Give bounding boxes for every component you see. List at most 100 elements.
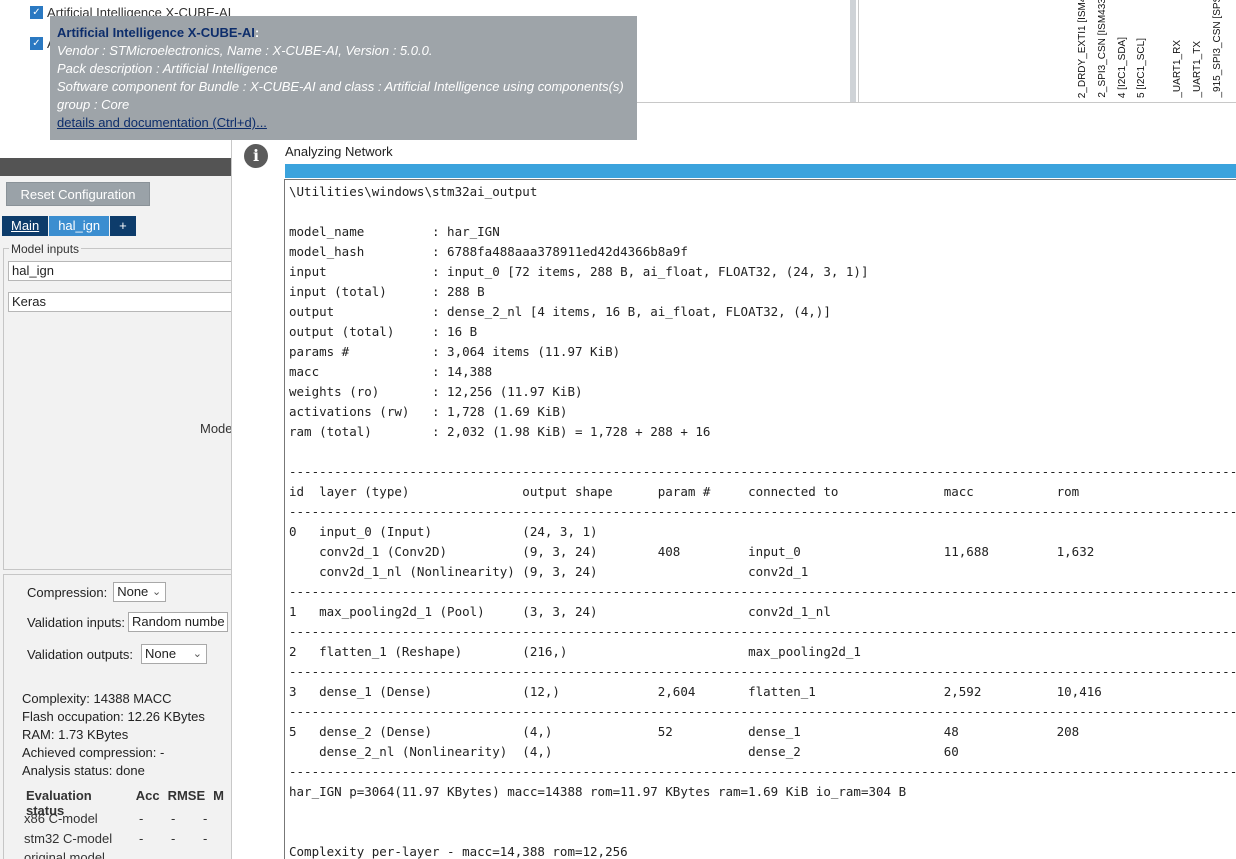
console-line: ----------------------------------------… [289, 464, 1236, 479]
flash-occupation-text: Flash occupation: 12.26 KBytes [22, 709, 205, 724]
validation-outputs-value: None [145, 646, 177, 661]
analysis-progress-bar [285, 164, 1236, 178]
eval-cell: - [203, 811, 208, 826]
eval-cell: - [171, 811, 176, 826]
add-model-tab-button[interactable]: + [110, 216, 136, 236]
panel-splitter[interactable] [850, 0, 856, 102]
tab-main[interactable]: Main [2, 216, 49, 236]
eval-cell: - [139, 811, 144, 826]
framework-select[interactable]: Keras [8, 292, 232, 312]
validation-outputs-row: Validation outputs: None ⌄ [27, 644, 207, 664]
console-line: params # : 3,064 items (11.97 KiB) [289, 344, 621, 359]
console-line: \Utilities\windows\stm32ai_output [289, 184, 538, 199]
tooltip-title-suffix: : [254, 25, 260, 40]
console-line: ----------------------------------------… [289, 704, 1236, 719]
model-name-input[interactable]: hal_ign [8, 261, 232, 281]
tooltip-title: Artificial Intelligence X-CUBE-AI [57, 25, 255, 40]
validation-outputs-select[interactable]: None ⌄ [141, 644, 207, 664]
model-inputs-group: Model inputs hal_ign Keras Mode [3, 242, 232, 570]
eval-row-name: stm32 C-model [24, 831, 113, 846]
complexity-text: Complexity: 14388 MACC [22, 691, 172, 706]
console-line: ----------------------------------------… [289, 624, 1236, 639]
console-line: model_hash : 6788fa488aaa378911ed42d4366… [289, 244, 688, 259]
pinout-view: 2_DRDY_EXTI1 [ISM43 2_SPI3_CSN [ISM43362… [858, 0, 1236, 102]
console-line: ----------------------------------------… [289, 664, 1236, 679]
tooltip-pack-line: Pack description : Artificial Intelligen… [57, 61, 278, 76]
console-line: 2 flatten_1 (Reshape) (216,) max_pooling… [289, 644, 861, 659]
eval-cell: - [139, 831, 144, 846]
table-row: x86 C-model - - - [24, 811, 232, 826]
model-config-panel: Reset Configuration Main hal_ign + Model… [0, 176, 232, 859]
reset-configuration-button[interactable]: Reset Configuration [6, 182, 150, 206]
validation-inputs-select[interactable]: Random numbe [128, 612, 229, 632]
console-line: Complexity per-layer - macc=14,388 rom=1… [289, 844, 628, 859]
console-line: model_name : har_IGN [289, 224, 500, 239]
tooltip-group-line: group : Core [57, 97, 130, 112]
model-field-label: Mode [200, 421, 232, 436]
console-line: ----------------------------------------… [289, 504, 1236, 519]
table-row: original model [24, 850, 139, 859]
eval-cell: - [203, 831, 208, 846]
console-line: conv2d_1_nl (Nonlinearity) (9, 3, 24) co… [289, 564, 809, 579]
console-line: input : input_0 [72 items, 288 B, ai_flo… [289, 264, 869, 279]
pin-label: _915_SPI3_CSN [SPSG [1212, 0, 1223, 98]
checkbox-checked-icon[interactable]: ✓ [30, 37, 43, 50]
console-line: weights (ro) : 12,256 (11.97 KiB) [289, 384, 583, 399]
console-line: ----------------------------------------… [289, 584, 1236, 599]
console-line: macc : 14,388 [289, 364, 493, 379]
tooltip-component-line: Software component for Bundle : X-CUBE-A… [57, 79, 624, 94]
pin-label: _UART1_TX [1192, 41, 1203, 98]
console-line: 5 dense_2 (Dense) (4,) 52 dense_1 48 208 [289, 724, 1080, 739]
pin-label: 2_SPI3_CSN [ISM43362 [1097, 0, 1108, 98]
console-line: dense_2_nl (Nonlinearity) (4,) dense_2 6… [289, 744, 959, 759]
eval-row-name: x86 C-model [24, 811, 98, 826]
analysis-status-text: Analysis status: done [22, 763, 145, 778]
console-line: ----------------------------------------… [289, 764, 1236, 779]
eval-cell: - [171, 831, 176, 846]
console-line: har_IGN p=3064(11.97 KBytes) macc=14388 … [289, 784, 907, 799]
validation-outputs-label: Validation outputs: [27, 646, 133, 662]
compression-label: Compression: [27, 584, 108, 600]
pin-label: _UART1_RX [1172, 40, 1183, 98]
model-inputs-legend: Model inputs [9, 242, 82, 256]
console-line: output : dense_2_nl [4 items, 16 B, ai_f… [289, 304, 831, 319]
console-line: activations (rw) : 1,728 (1.69 KiB) [289, 404, 568, 419]
console-line: id layer (type) output shape param # con… [289, 484, 1080, 499]
details-documentation-link[interactable]: details and documentation (Ctrl+d)... [57, 114, 630, 132]
console-line: ram (total) : 2,032 (1.98 KiB) = 1,728 +… [289, 424, 711, 439]
validation-inputs-row: Validation inputs: Random numbe [27, 612, 229, 632]
compression-select[interactable]: None ⌄ [113, 582, 167, 602]
tooltip-vendor-line: Vendor : STMicroelectronics, Name : X-CU… [57, 43, 433, 58]
progress-fill [285, 164, 1236, 178]
console-text: \Utilities\windows\stm32ai_output model_n… [289, 182, 1236, 859]
model-tabs: Main hal_ign + [2, 216, 137, 236]
console-line: 0 input_0 (Input) (24, 3, 1) [289, 524, 598, 539]
checkbox-checked-icon[interactable]: ✓ [30, 6, 43, 19]
eval-row-name: original model [24, 850, 105, 859]
pin-label: 4 [I2C1_SDA] [1117, 36, 1128, 98]
compression-value: None [117, 584, 149, 599]
console-line: 3 dense_1 (Dense) (12,) 2,604 flatten_1 … [289, 684, 1102, 699]
ram-text: RAM: 1.73 KBytes [22, 727, 129, 742]
analyzing-network-dialog: i Analyzing Network \Utilities\windows\s… [231, 102, 1236, 859]
dialog-title: Analyzing Network [285, 144, 393, 159]
component-tooltip: Artificial Intelligence X-CUBE-AI: Vendo… [50, 16, 637, 140]
console-line: output (total) : 16 B [289, 324, 478, 339]
tab-hal-ign[interactable]: hal_ign [49, 216, 110, 236]
analysis-output-console[interactable]: \Utilities\windows\stm32ai_output model_n… [284, 179, 1236, 859]
console-line: conv2d_1 (Conv2D) (9, 3, 24) 408 input_0… [289, 544, 1095, 559]
pin-label: 2_DRDY_EXTI1 [ISM43 [1077, 0, 1088, 98]
table-row: stm32 C-model - - - [24, 831, 232, 846]
achieved-compression-text: Achieved compression: - [22, 745, 165, 760]
info-icon: i [244, 144, 268, 168]
console-line: 1 max_pooling2d_1 (Pool) (3, 3, 24) conv… [289, 604, 831, 619]
validation-inputs-label: Validation inputs: [27, 614, 126, 630]
compression-row: Compression: None ⌄ [27, 582, 167, 602]
validation-inputs-value: Random numbe [132, 614, 225, 629]
console-line: input (total) : 288 B [289, 284, 485, 299]
tooltip-title-line: Artificial Intelligence X-CUBE-AI: [57, 24, 630, 42]
